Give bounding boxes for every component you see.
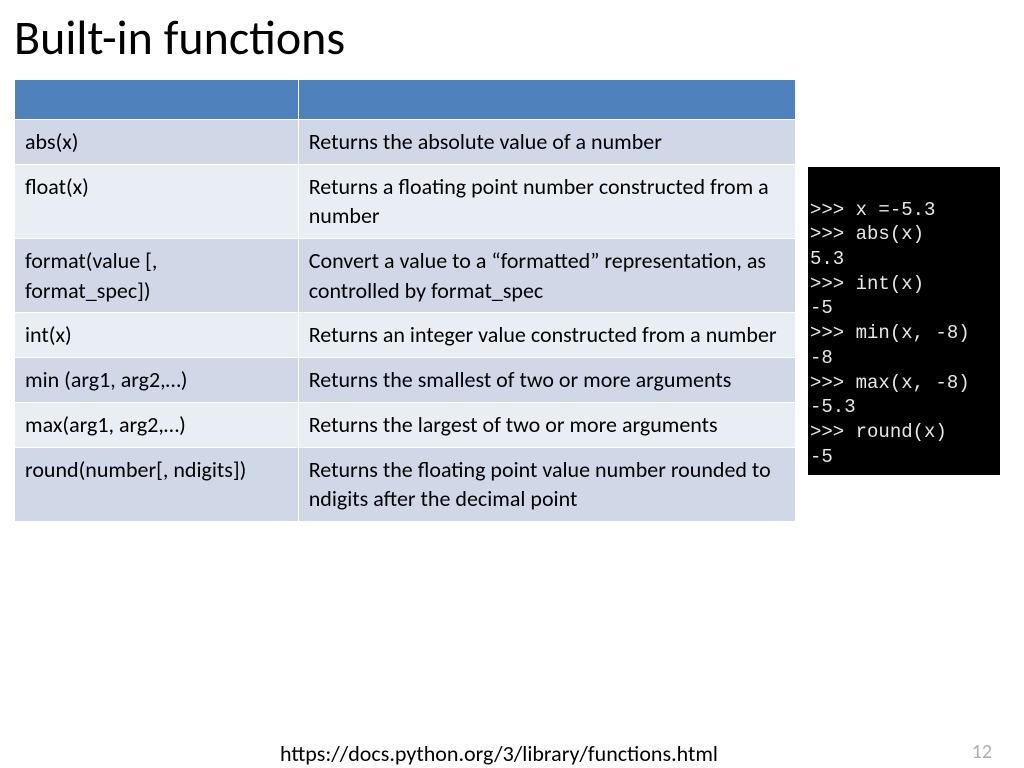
desc-cell: Convert a value to a “formatted” represe…: [298, 239, 795, 313]
table-header-desc: [298, 80, 795, 120]
fn-cell: round(number[, ndigits]): [15, 447, 299, 521]
desc-cell: Returns the largest of two or more argum…: [298, 402, 795, 447]
desc-cell: Returns the smallest of two or more argu…: [298, 358, 795, 403]
desc-cell: Returns an integer value constructed fro…: [298, 313, 795, 358]
terminal-line: >>> round(x): [810, 421, 947, 443]
slide-title: Built-in functions: [0, 0, 1024, 79]
desc-cell: Returns a floating point number construc…: [298, 164, 795, 238]
terminal-line: >>> min(x, -8): [810, 322, 970, 344]
terminal-line: -5.3: [810, 396, 856, 418]
table-row: round(number[, ndigits]) Returns the flo…: [15, 447, 796, 521]
terminal-line: 5.3: [810, 248, 844, 270]
table-row: int(x) Returns an integer value construc…: [15, 313, 796, 358]
footer-link: https://docs.python.org/3/library/functi…: [280, 740, 718, 767]
terminal-line: -8: [810, 347, 833, 369]
fn-cell: float(x): [15, 164, 299, 238]
terminal-line: >>> int(x): [810, 273, 924, 295]
terminal-line: -5: [810, 297, 833, 319]
table-row: format(value [, format_spec]) Convert a …: [15, 239, 796, 313]
fn-cell: abs(x): [15, 120, 299, 165]
fn-cell: min (arg1, arg2,…): [15, 358, 299, 403]
terminal-line: >>> max(x, -8): [810, 372, 970, 394]
fn-cell: format(value [, format_spec]): [15, 239, 299, 313]
table-header-row: [15, 80, 796, 120]
table-row: min (arg1, arg2,…) Returns the smallest …: [15, 358, 796, 403]
table-header-fn: [15, 80, 299, 120]
slide-content: abs(x) Returns the absolute value of a n…: [0, 79, 1024, 522]
desc-cell: Returns the floating point value number …: [298, 447, 795, 521]
desc-cell: Returns the absolute value of a number: [298, 120, 795, 165]
terminal-snippet: >>> x =-5.3 >>> abs(x) 5.3 >>> int(x) -5…: [808, 167, 1000, 475]
fn-cell: max(arg1, arg2,…): [15, 402, 299, 447]
terminal-line: >>> abs(x): [810, 223, 924, 245]
page-number: 12: [972, 740, 992, 764]
terminal-line: -5: [810, 446, 833, 468]
functions-table: abs(x) Returns the absolute value of a n…: [14, 79, 796, 522]
table-row: abs(x) Returns the absolute value of a n…: [15, 120, 796, 165]
table-row: float(x) Returns a floating point number…: [15, 164, 796, 238]
table-row: max(arg1, arg2,…) Returns the largest of…: [15, 402, 796, 447]
fn-cell: int(x): [15, 313, 299, 358]
terminal-line: >>> x =-5.3: [810, 199, 935, 221]
